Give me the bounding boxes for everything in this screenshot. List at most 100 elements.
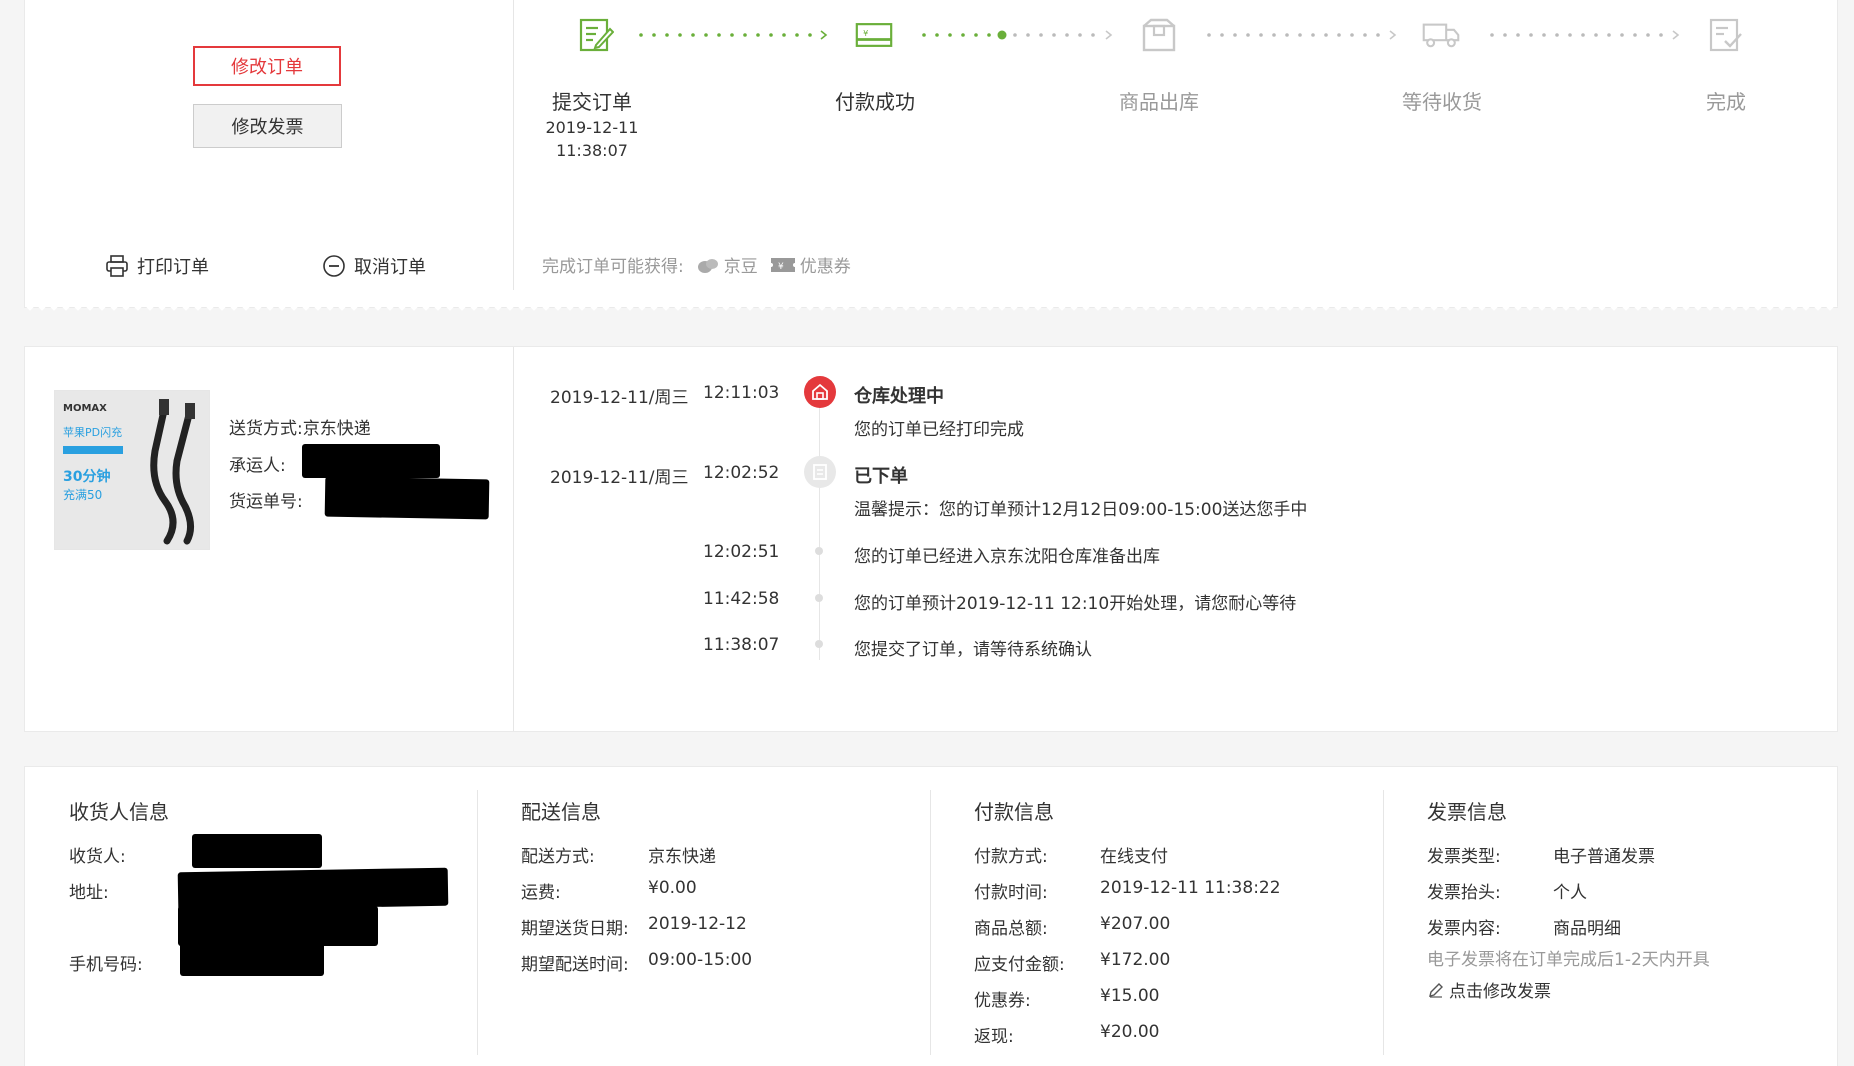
connector-dot [1324, 33, 1328, 37]
redacted-tracking [324, 476, 490, 520]
modify-order-button[interactable]: 修改订单 [193, 46, 341, 86]
check-doc-icon [1707, 16, 1745, 54]
delivery-method-label: 配送方式: [521, 847, 595, 867]
goods-total-label: 商品总额: [974, 919, 1048, 939]
minus-circle-icon [323, 255, 345, 277]
product-thumbnail[interactable]: MOMAX 苹果PD闪充 30分钟 充满50 [54, 390, 210, 550]
connector-dot [1542, 33, 1546, 37]
connector-dot [795, 33, 799, 37]
cancel-order-link[interactable]: 取消订单 [322, 253, 426, 279]
timeline-text: 您的订单已经进入京东沈阳仓库准备出库 [854, 547, 1160, 567]
step-payment-success: 付款成功 [835, 90, 915, 114]
connector-dot [1246, 33, 1250, 37]
step-goods-outbound: 商品出库 [1119, 90, 1199, 114]
connector-dot [1529, 33, 1533, 37]
invoice-content-label: 发票内容: [1427, 919, 1501, 939]
connector-dot [743, 33, 747, 37]
connector-dot [1490, 33, 1494, 37]
connector-dot [1207, 33, 1211, 37]
connector-dot [1594, 33, 1598, 37]
connector-dot [922, 33, 926, 37]
invoice-title: 发票信息 [1427, 800, 1507, 824]
expected-date-value: 2019-12-12 [648, 914, 747, 934]
timeline-date: 2019-12-11/周三 [550, 468, 689, 488]
column-divider [930, 790, 931, 1055]
connector-dot [652, 33, 656, 37]
timeline-dot [815, 640, 823, 648]
svg-text:¥: ¥ [863, 28, 868, 38]
column-divider [477, 790, 478, 1055]
connector-dot [1337, 33, 1341, 37]
redacted-receiver-name [192, 834, 322, 868]
connector-dot [1013, 33, 1017, 37]
timeline-text: 温馨提示：您的订单预计12月12日09:00-15:00送达您手中 [854, 500, 1308, 520]
connector-dot [782, 33, 786, 37]
bean-icon [697, 258, 718, 273]
edit-invoice-link[interactable]: 点击修改发票 [1427, 977, 1551, 1002]
timeline-dot [815, 547, 823, 555]
print-order-label: 打印订单 [137, 257, 209, 278]
connector-dot [961, 33, 965, 37]
connector-dot [730, 33, 734, 37]
delivery-title: 配送信息 [521, 800, 601, 824]
connector-dot [1646, 33, 1650, 37]
invoice-hint: 电子发票将在订单完成后1-2天内开具 [1427, 950, 1710, 970]
connector-dot [665, 33, 669, 37]
modify-invoice-button[interactable]: 修改发票 [193, 104, 342, 148]
perks-label: 完成订单可能获得: [542, 257, 684, 277]
step-connector-4 [1490, 30, 1680, 40]
connector-dot [769, 33, 773, 37]
panel-divider [513, 0, 514, 290]
warehouse-icon [804, 376, 836, 408]
connector-dot [1091, 33, 1095, 37]
step-connector-2 [922, 30, 1113, 40]
invoice-content-value: 商品明细 [1553, 919, 1621, 939]
connector-dot [1376, 33, 1380, 37]
step-connector-3 [1207, 30, 1397, 40]
connector-dot [1311, 33, 1315, 37]
zigzag-divider [24, 306, 1838, 314]
shipping-fee-value: ¥0.00 [648, 878, 697, 898]
connector-dot [1026, 33, 1030, 37]
connector-dot [1285, 33, 1289, 37]
column-divider [1383, 790, 1384, 1055]
connector-dot [1039, 33, 1043, 37]
connector-dot [948, 33, 952, 37]
timeline-line [819, 392, 820, 660]
panel-divider [513, 347, 514, 731]
order-icon [804, 456, 836, 488]
expected-time-value: 09:00-15:00 [648, 950, 753, 970]
timeline-time: 12:11:03 [703, 383, 780, 403]
connector-dot [1272, 33, 1276, 37]
box-icon [1140, 16, 1178, 54]
step-connector-1 [639, 30, 828, 40]
goods-total-value: ¥207.00 [1100, 914, 1171, 934]
connector-dot [756, 33, 760, 37]
step-complete: 完成 [1706, 90, 1746, 114]
svg-text:¥: ¥ [778, 262, 784, 272]
timeline-time: 12:02:51 [703, 542, 780, 562]
timeline-text: 您的订单预计2019-12-11 12:10开始处理，请您耐心等待 [854, 594, 1297, 614]
connector-dot [1052, 33, 1056, 37]
receiver-phone-label: 手机号码: [69, 955, 143, 975]
expected-date-label: 期望送货日期: [521, 919, 629, 939]
step-awaiting-receipt: 等待收货 [1402, 90, 1482, 114]
connector-dot [1233, 33, 1237, 37]
redacted-phone [180, 930, 324, 976]
svg-text:MOMAX: MOMAX [63, 403, 107, 414]
connector-dot [987, 33, 991, 37]
connector-dot [1259, 33, 1263, 37]
edit-form-icon [577, 16, 615, 54]
cashback-label: 返现: [974, 1027, 1014, 1047]
print-order-link[interactable]: 打印订单 [105, 253, 209, 279]
invoice-type-label: 发票类型: [1427, 847, 1501, 867]
connector-dot [1555, 33, 1559, 37]
connector-dot [1065, 33, 1069, 37]
payment-method-label: 付款方式: [974, 847, 1048, 867]
timeline-time: 11:38:07 [703, 635, 780, 655]
connector-dot [717, 33, 721, 37]
connector-dot [1568, 33, 1572, 37]
redacted-carrier [302, 444, 440, 478]
amount-due-label: 应支付金额: [974, 955, 1065, 975]
payment-time-value: 2019-12-11 11:38:22 [1100, 878, 1281, 898]
